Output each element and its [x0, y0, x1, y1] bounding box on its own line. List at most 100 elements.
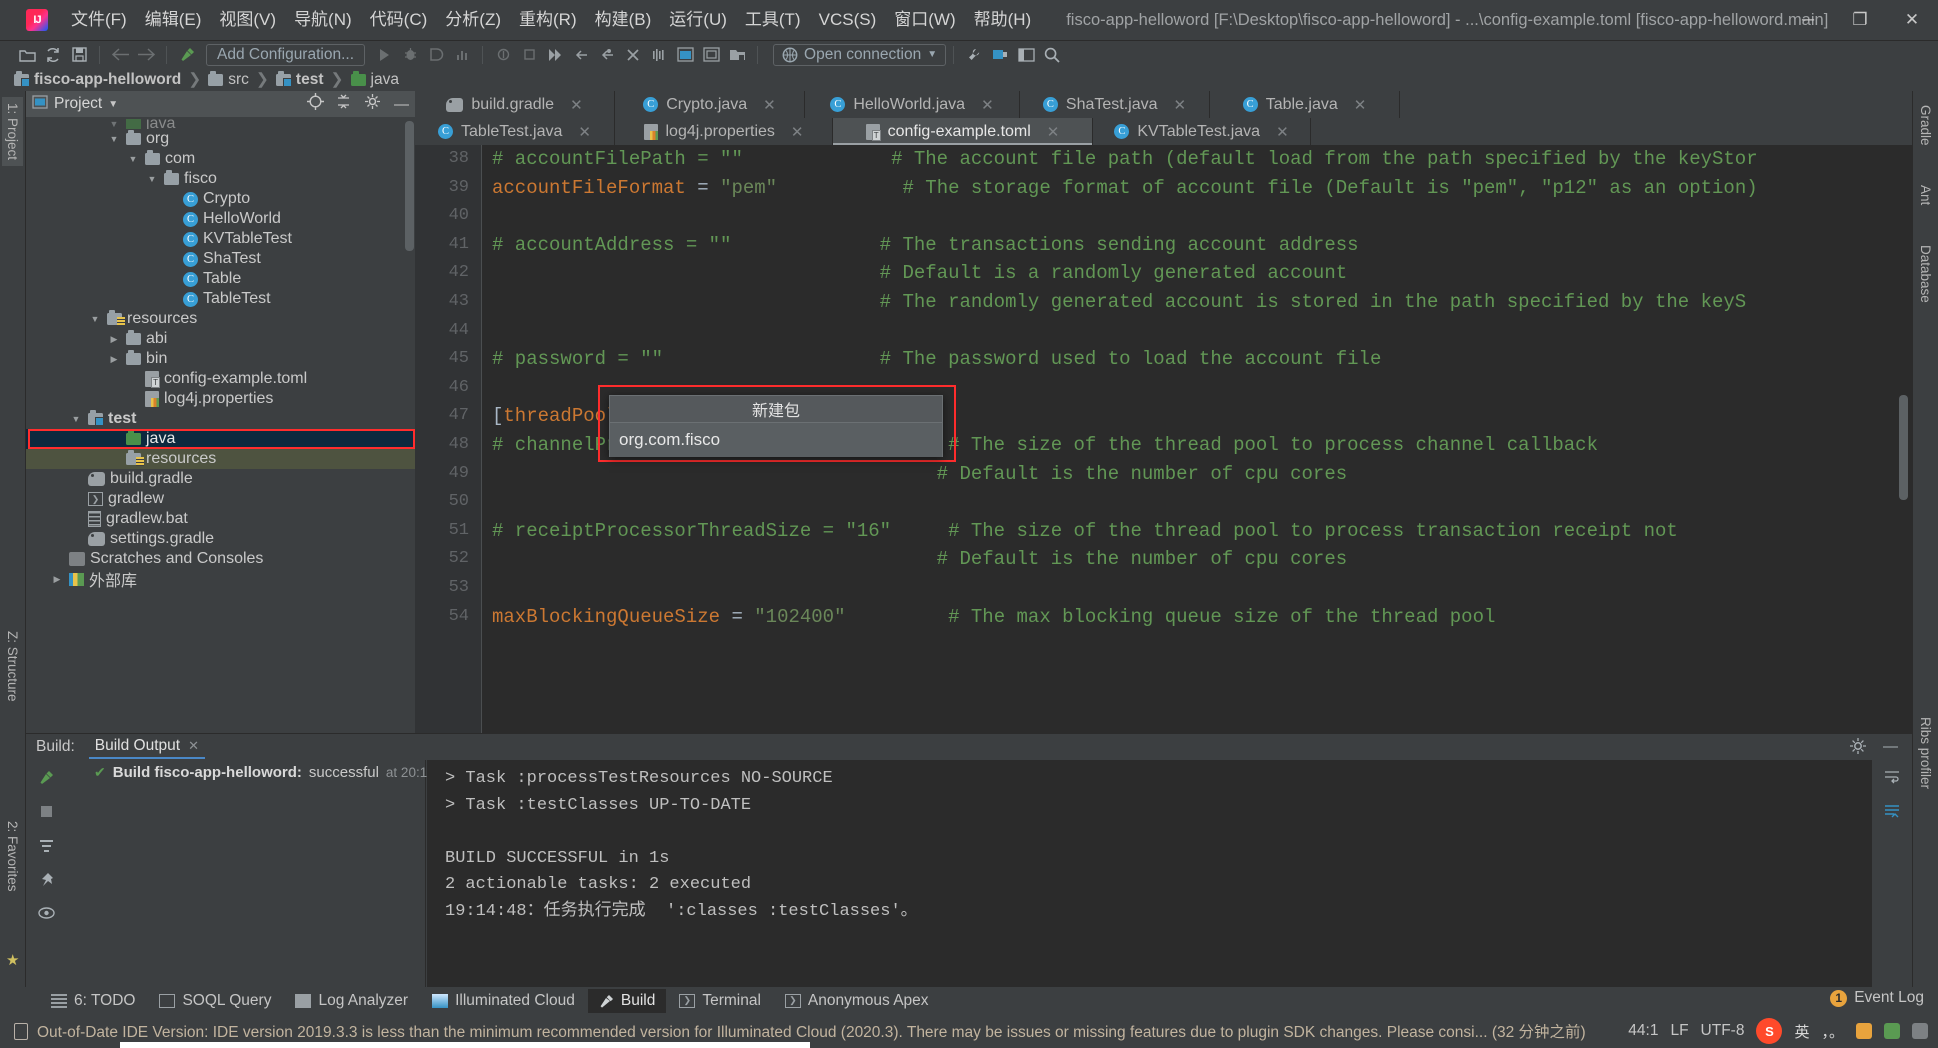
tree-node-KVTableTest[interactable]: C KVTableTest	[26, 229, 415, 249]
expand-twisty-icon[interactable]: ▶	[50, 574, 64, 585]
menu-item-10[interactable]: VCS(S)	[810, 6, 886, 34]
step-into-icon[interactable]	[594, 43, 620, 67]
tree-node-Crypto[interactable]: C Crypto	[26, 189, 415, 209]
run-icon[interactable]	[371, 43, 397, 67]
build-eye-icon[interactable]	[26, 896, 66, 930]
collapse-twisty-icon[interactable]: ▼	[126, 154, 140, 164]
breadcrumb-item-src[interactable]: src	[208, 70, 249, 89]
tree-node-TableTest[interactable]: C TableTest	[26, 289, 415, 309]
bottom-tab-anonymousapex[interactable]: ❯ Anonymous Apex	[774, 989, 940, 1013]
editor-tab-Crypto.java[interactable]: C Crypto.java ✕	[615, 91, 805, 118]
tree-node-java[interactable]: ▼ java	[26, 119, 415, 129]
step-over-icon[interactable]	[568, 43, 594, 67]
attach-debugger-icon[interactable]	[490, 43, 516, 67]
menu-item-0[interactable]: 文件(F)	[62, 6, 136, 34]
tree-node-com[interactable]: ▼ com	[26, 149, 415, 169]
tree-node-resources[interactable]: resources	[26, 449, 415, 469]
tree-node-java[interactable]: java	[26, 429, 415, 449]
build-rerun-icon[interactable]	[26, 760, 66, 794]
threads-icon[interactable]	[646, 43, 672, 67]
build-hide-panel-icon[interactable]: —	[1883, 738, 1898, 755]
ime-language-label[interactable]: 英	[1794, 1021, 1809, 1042]
menu-item-7[interactable]: 构建(B)	[586, 6, 661, 34]
breadcrumb-item-fisco-app-helloword[interactable]: fisco-app-helloword	[14, 70, 181, 89]
tree-node-gradlew.bat[interactable]: gradlew.bat	[26, 509, 415, 529]
collapse-twisty-icon[interactable]: ▼	[69, 414, 83, 424]
menu-item-6[interactable]: 重构(R)	[510, 6, 586, 34]
maximize-button[interactable]: ❐	[1834, 0, 1886, 40]
collapse-twisty-icon[interactable]: ▼	[107, 119, 121, 129]
rail-item-structure[interactable]: Z: Structure	[2, 625, 23, 708]
expand-twisty-icon[interactable]: ▶	[107, 354, 121, 365]
open-connection-button[interactable]: Open connection ▼	[773, 43, 947, 66]
save-all-icon[interactable]	[66, 43, 92, 67]
bottom-tab-terminal[interactable]: ❯ Terminal	[668, 989, 772, 1013]
status-message[interactable]: Out-of-Date IDE Version: IDE version 201…	[37, 1020, 1586, 1042]
tree-node-log4j.properties[interactable]: log4j.properties	[26, 389, 415, 409]
project-settings-gear-icon[interactable]	[365, 94, 380, 114]
build-console-output[interactable]: > Task :processTestResources NO-SOURCE > …	[427, 760, 1872, 987]
tree-node-ScratchesandConsoles[interactable]: Scratches and Consoles	[26, 549, 415, 569]
rail-star-icon[interactable]: ★	[6, 951, 19, 969]
tree-node-HelloWorld[interactable]: C HelloWorld	[26, 209, 415, 229]
editor-tab-config-example.toml[interactable]: config-example.toml ✕	[833, 118, 1093, 145]
rail-item-database[interactable]: Database	[1915, 239, 1936, 309]
breadcrumb-item-test[interactable]: test	[275, 70, 324, 89]
build-output-tab[interactable]: Build Output ✕	[88, 735, 205, 759]
plugins-icon[interactable]	[987, 43, 1013, 67]
editor-tab-close-icon[interactable]: ✕	[578, 123, 591, 141]
build-result-row[interactable]: ✔ Build fisco-app-helloword: successful …	[66, 764, 486, 781]
rail-item-ribs-profiler[interactable]: Ribs profiler	[1915, 711, 1936, 795]
project-structure-icon[interactable]	[724, 43, 750, 67]
search-everywhere-icon[interactable]	[1039, 43, 1065, 67]
build-filter-icon[interactable]	[26, 828, 66, 862]
editor-tab-close-icon[interactable]: ✕	[791, 123, 804, 141]
editor-tab-Table.java[interactable]: C Table.java ✕	[1210, 91, 1400, 118]
build-hammer-icon[interactable]	[174, 43, 200, 67]
soft-wrap-icon[interactable]	[1872, 760, 1912, 794]
editor-tab-close-icon[interactable]: ✕	[1354, 96, 1367, 114]
ime-toolbox-icon[interactable]	[1856, 1023, 1872, 1039]
ime-punctuation-label[interactable]: ，。	[1821, 1021, 1844, 1042]
tree-node-build.gradle[interactable]: build.gradle	[26, 469, 415, 489]
editor-tab-ShaTest.java[interactable]: C ShaTest.java ✕	[1020, 91, 1210, 118]
menu-item-5[interactable]: 分析(Z)	[436, 6, 510, 34]
stop-icon[interactable]	[620, 43, 646, 67]
editor-tab-close-icon[interactable]: ✕	[570, 96, 583, 114]
menu-item-4[interactable]: 代码(C)	[361, 6, 437, 34]
editor-scrollbar[interactable]	[1899, 395, 1908, 500]
editor-tab-TableTest.java[interactable]: C TableTest.java ✕	[415, 118, 615, 145]
tree-node-fisco[interactable]: ▼ fisco	[26, 169, 415, 189]
editor-tab-HelloWorld.java[interactable]: C HelloWorld.java ✕	[805, 91, 1020, 118]
tree-node-settings.gradle[interactable]: settings.gradle	[26, 529, 415, 549]
menu-item-9[interactable]: 工具(T)	[736, 6, 810, 34]
tree-node-config-example.toml[interactable]: config-example.toml	[26, 369, 415, 389]
rail-item-project[interactable]: 1: Project	[2, 97, 23, 167]
bottom-tab-build[interactable]: Build	[587, 988, 667, 1013]
minimize-button[interactable]: ─	[1782, 0, 1834, 40]
maximize-editor-icon[interactable]	[1013, 43, 1039, 67]
hide-panel-icon[interactable]: —	[394, 96, 409, 113]
sync-icon[interactable]	[40, 43, 66, 67]
line-separator[interactable]: LF	[1670, 1022, 1688, 1040]
scroll-from-source-icon[interactable]	[307, 93, 324, 115]
collapse-all-icon[interactable]	[336, 94, 351, 114]
rail-item-gradle[interactable]: Gradle	[1915, 99, 1936, 152]
caret-position[interactable]: 44:1	[1628, 1022, 1658, 1040]
ime-keyboard-icon[interactable]	[1912, 1023, 1928, 1039]
build-stop-icon[interactable]	[26, 794, 66, 828]
editor-tab-build.gradle[interactable]: build.gradle ✕	[415, 91, 615, 118]
tree-node-gradlew[interactable]: ❯ gradlew	[26, 489, 415, 509]
bottom-tab-6todo[interactable]: 6: TODO	[40, 989, 146, 1013]
menu-item-3[interactable]: 导航(N)	[285, 6, 361, 34]
debug-bug-icon[interactable]	[397, 43, 423, 67]
menu-item-8[interactable]: 运行(U)	[660, 6, 736, 34]
resume-program-icon[interactable]	[542, 43, 568, 67]
bottom-tab-illuminatedcloud[interactable]: Illuminated Cloud	[421, 989, 586, 1013]
build-pin-icon[interactable]	[26, 862, 66, 896]
bottom-tab-loganalyzer[interactable]: Log Analyzer	[284, 989, 419, 1013]
editor-tab-close-icon[interactable]: ✕	[1276, 123, 1289, 141]
run-with-coverage-icon[interactable]	[423, 43, 449, 67]
tree-node-ShaTest[interactable]: C ShaTest	[26, 249, 415, 269]
collapse-twisty-icon[interactable]: ▼	[145, 174, 159, 184]
